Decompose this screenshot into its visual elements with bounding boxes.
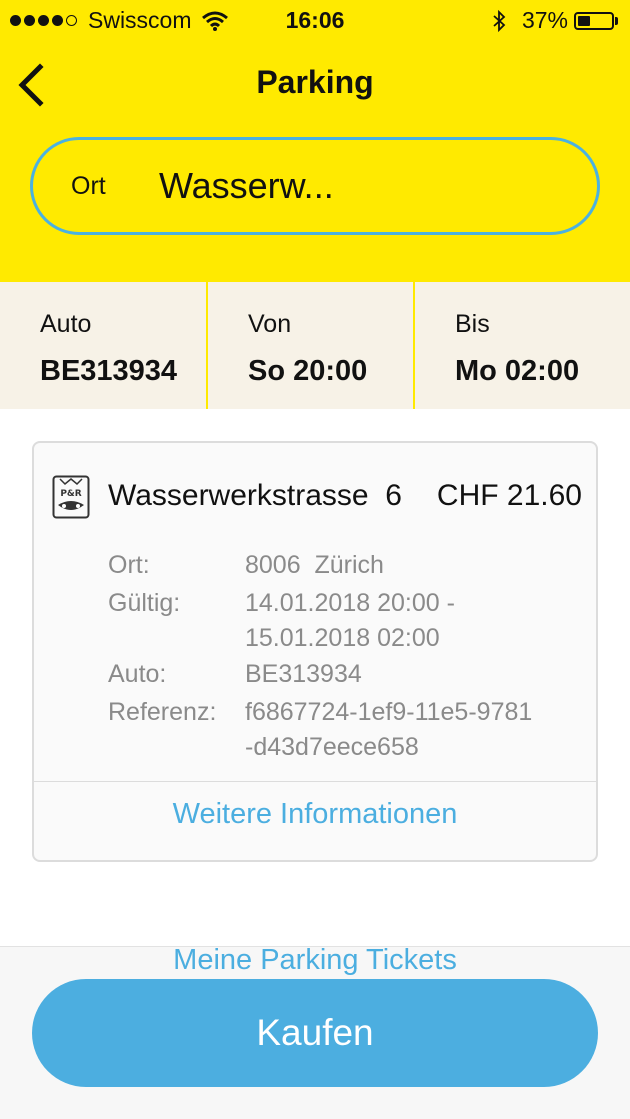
nav-bar: Parking xyxy=(0,50,630,116)
detail-valid-line2: 15.01.2018 02:00 xyxy=(245,624,440,652)
status-bar: Swisscom 16:06 37% xyxy=(0,0,630,42)
detail-auto-value: BE313934 xyxy=(245,660,362,688)
page-title: Parking xyxy=(256,64,374,100)
bluetooth-icon xyxy=(493,9,506,32)
more-info-link[interactable]: Weitere Informationen xyxy=(34,798,596,831)
battery-fill xyxy=(578,15,590,26)
detail-valid-line1: 14.01.2018 20:00 - xyxy=(245,589,455,617)
summary-to[interactable]: Bis Mo 02:00 xyxy=(413,282,630,409)
from-value: So 20:00 xyxy=(248,355,368,387)
location-value: Wasserw... xyxy=(159,165,334,206)
card-divider xyxy=(34,781,596,782)
offer-price: CHF 21.60 xyxy=(436,479,582,512)
detail-ort-label: Ort: xyxy=(108,551,150,579)
to-label: Bis xyxy=(455,310,490,338)
detail-valid-label: Gültig: xyxy=(108,589,181,617)
my-tickets-link[interactable]: Meine Parking Tickets xyxy=(0,944,630,977)
location-field[interactable]: Ort Wasserw... xyxy=(30,137,600,235)
status-right: 37% xyxy=(492,7,618,34)
to-value: Mo 02:00 xyxy=(455,355,580,387)
detail-auto-label: Auto: xyxy=(108,660,167,688)
parking-offer-card: P&R Wasserwerkstrasse 6 CHF 21.60 Ort: 8… xyxy=(32,441,598,862)
battery-percent: 37% xyxy=(521,7,568,33)
buy-button[interactable]: Kaufen xyxy=(32,979,598,1087)
detail-ref-line2: -d43d7eece658 xyxy=(245,733,419,761)
parking-summary: Auto BE313934 Von So 20:00 Bis Mo 02:00 xyxy=(0,282,630,409)
park-and-ride-icon: P&R xyxy=(52,475,90,519)
auto-label: Auto xyxy=(40,310,92,338)
offer-street: Wasserwerkstrasse 6 xyxy=(108,479,402,512)
detail-ort-value: 8006 Zürich xyxy=(245,551,384,579)
detail-ref-label: Referenz: xyxy=(108,698,217,726)
summary-from[interactable]: Von So 20:00 xyxy=(206,282,413,409)
battery-icon xyxy=(574,11,614,30)
detail-ref-line1: f6867724-1ef9-11e5-9781 xyxy=(245,698,533,726)
from-label: Von xyxy=(248,310,292,338)
summary-auto[interactable]: Auto BE313934 xyxy=(0,282,206,409)
location-label: Ort xyxy=(71,171,106,200)
auto-value: BE313934 xyxy=(40,355,178,387)
svg-text:P&R: P&R xyxy=(60,489,81,499)
battery-tip xyxy=(615,16,618,25)
